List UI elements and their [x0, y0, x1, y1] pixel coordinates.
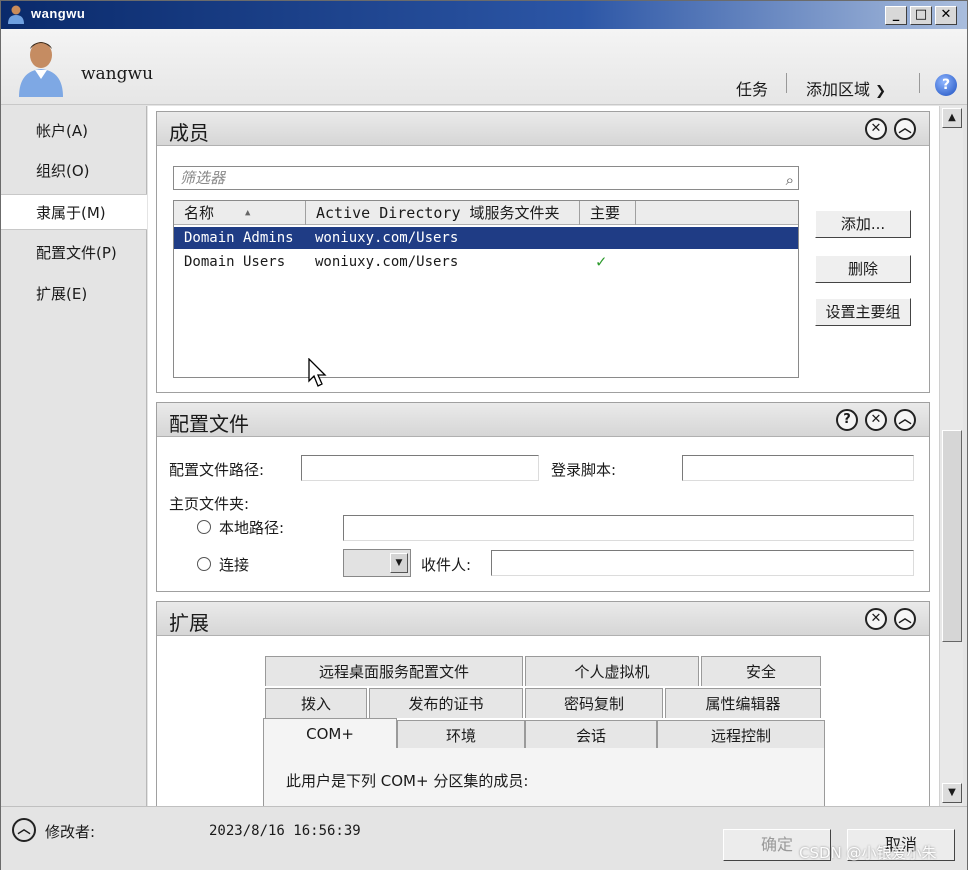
row-folder: woniuxy.com/Users	[315, 254, 459, 270]
separator	[919, 73, 920, 93]
logon-script-input[interactable]	[682, 455, 914, 481]
profile-path-input[interactable]	[301, 455, 539, 481]
local-path-radio[interactable]	[197, 520, 211, 534]
recipient-input[interactable]	[491, 550, 914, 576]
window-title: wangwu	[31, 6, 86, 21]
members-section: 成员 ✕ ︿ 筛选器 ⌕ 名称 ▲ Active Directory 域服务文件…	[156, 111, 930, 393]
filter-placeholder: 筛选器	[180, 169, 226, 187]
tab-dial-in[interactable]: 拨入	[265, 688, 367, 718]
tasks-menu[interactable]: 任务	[736, 76, 768, 100]
nav-item-account[interactable]: 帐户(A)	[1, 113, 147, 149]
close-section-icon[interactable]: ✕	[865, 118, 887, 140]
row-name: Domain Users	[184, 254, 286, 270]
profile-path-label: 配置文件路径:	[169, 461, 265, 479]
tab-sessions[interactable]: 会话	[525, 720, 657, 750]
column-header-primary[interactable]: 主要	[580, 201, 636, 225]
expand-up-icon[interactable]: ︿	[12, 818, 36, 842]
tab-environment[interactable]: 环境	[397, 720, 525, 750]
add-area-menu[interactable]: 添加区域 ❯	[806, 76, 886, 100]
search-icon: ⌕	[785, 171, 794, 189]
local-path-input[interactable]	[343, 515, 914, 541]
minimize-button[interactable]: _	[885, 6, 907, 25]
close-section-icon[interactable]: ✕	[865, 409, 887, 431]
watermark: CSDN @小银爱小朱	[799, 844, 937, 862]
nav-item-extensions[interactable]: 扩展(E)	[1, 276, 147, 312]
help-circle-icon[interactable]: ?	[836, 409, 858, 431]
close-button[interactable]: ✕	[935, 6, 957, 25]
avatar	[19, 42, 63, 97]
table-row[interactable]: Domain Users woniuxy.com/Users ✓	[174, 251, 798, 273]
row-name: Domain Admins	[184, 230, 294, 246]
maximize-button[interactable]: □	[910, 6, 932, 25]
connect-label: 连接	[219, 556, 250, 574]
nav-item-member-of[interactable]: 隶属于(M)	[1, 194, 147, 230]
set-primary-group-button[interactable]: 设置主要组	[815, 298, 911, 326]
content-area: 成员 ✕ ︿ 筛选器 ⌕ 名称 ▲ Active Directory 域服务文件…	[148, 106, 939, 806]
tab-rds-profile[interactable]: 远程桌面服务配置文件	[265, 656, 523, 686]
logon-script-label: 登录脚本:	[551, 461, 617, 479]
collapse-icon[interactable]: ︿	[894, 409, 916, 431]
title-bar[interactable]: wangwu _ □ ✕	[1, 1, 967, 29]
scroll-down-icon[interactable]: ▼	[942, 783, 962, 803]
modified-by-label: 修改者:	[45, 823, 96, 841]
members-header: 成员 ✕ ︿	[157, 112, 929, 146]
close-section-icon[interactable]: ✕	[865, 608, 887, 630]
tab-published-certs[interactable]: 发布的证书	[369, 688, 523, 718]
properties-window: wangwu _ □ ✕ wangwu 任务 添加区域 ❯ ? 帐户(A) 组织…	[0, 0, 968, 870]
home-folder-label: 主页文件夹:	[169, 495, 250, 513]
grid-header: 名称 ▲ Active Directory 域服务文件夹 主要	[174, 201, 798, 225]
mouse-cursor-icon	[308, 358, 327, 387]
recipient-label: 收件人:	[421, 556, 472, 574]
help-icon[interactable]: ?	[935, 74, 957, 96]
username: wangwu	[81, 64, 154, 84]
extensions-title: 扩展	[169, 611, 209, 635]
dropdown-arrow-icon: ▼	[390, 553, 408, 573]
tab-attribute-editor[interactable]: 属性编辑器	[665, 688, 821, 718]
column-header-folder[interactable]: Active Directory 域服务文件夹	[306, 201, 580, 225]
add-area-label: 添加区域	[806, 80, 871, 99]
tab-remote-control[interactable]: 远程控制	[657, 720, 825, 750]
profile-title: 配置文件	[169, 412, 249, 436]
profile-section: 配置文件 ? ✕ ︿ 配置文件路径: 登录脚本: 主页文件夹: 本地路径: 连接…	[156, 402, 930, 592]
profile-header: 配置文件 ? ✕ ︿	[157, 403, 929, 437]
members-grid[interactable]: 名称 ▲ Active Directory 域服务文件夹 主要 Domain A…	[173, 200, 799, 378]
chevron-down-icon: ❯	[875, 84, 887, 99]
extensions-section: 扩展 ✕ ︿ 远程桌面服务配置文件 个人虚拟机 安全 拨入 发布的证书 密码复制…	[156, 601, 930, 806]
vertical-scrollbar[interactable]: ▲ ▼	[939, 106, 963, 806]
local-path-label: 本地路径:	[219, 519, 285, 537]
user-icon	[8, 5, 24, 24]
drive-letter-select[interactable]: ▼	[343, 549, 411, 577]
filter-input[interactable]: 筛选器 ⌕	[173, 166, 799, 190]
header: wangwu 任务 添加区域 ❯ ?	[1, 29, 967, 105]
nav-item-profile[interactable]: 配置文件(P)	[1, 235, 147, 271]
separator	[786, 73, 787, 93]
footer-bar: ︿ 修改者: 2023/8/16 16:56:39 确定 取消 CSDN @小银…	[1, 806, 967, 870]
extensions-header: 扩展 ✕ ︿	[157, 602, 929, 636]
tab-com-plus[interactable]: COM+	[263, 718, 397, 748]
tab-password-replication[interactable]: 密码复制	[525, 688, 663, 718]
scroll-up-icon[interactable]: ▲	[942, 108, 962, 128]
connect-radio[interactable]	[197, 557, 211, 571]
left-nav: 帐户(A) 组织(O) 隶属于(M) 配置文件(P) 扩展(E)	[1, 106, 147, 806]
row-folder: woniuxy.com/Users	[315, 230, 459, 246]
add-button[interactable]: 添加...	[815, 210, 911, 238]
collapse-icon[interactable]: ︿	[894, 608, 916, 630]
com-plus-panel: 此用户是下列 COM+ 分区集的成员:	[263, 748, 825, 806]
scroll-thumb[interactable]	[942, 430, 962, 642]
nav-item-organization[interactable]: 组织(O)	[1, 153, 147, 189]
column-header-name[interactable]: 名称 ▲	[174, 201, 306, 225]
modified-timestamp: 2023/8/16 16:56:39	[209, 823, 361, 839]
collapse-icon[interactable]: ︿	[894, 118, 916, 140]
table-row[interactable]: Domain Admins woniuxy.com/Users	[174, 227, 798, 249]
members-title: 成员	[169, 121, 209, 145]
com-plus-text: 此用户是下列 COM+ 分区集的成员:	[286, 772, 529, 790]
tab-personal-vm[interactable]: 个人虚拟机	[525, 656, 699, 686]
checkmark-icon: ✓	[596, 252, 607, 272]
remove-button[interactable]: 删除	[815, 255, 911, 283]
tab-security[interactable]: 安全	[701, 656, 821, 686]
sort-ascending-icon: ▲	[245, 208, 251, 218]
